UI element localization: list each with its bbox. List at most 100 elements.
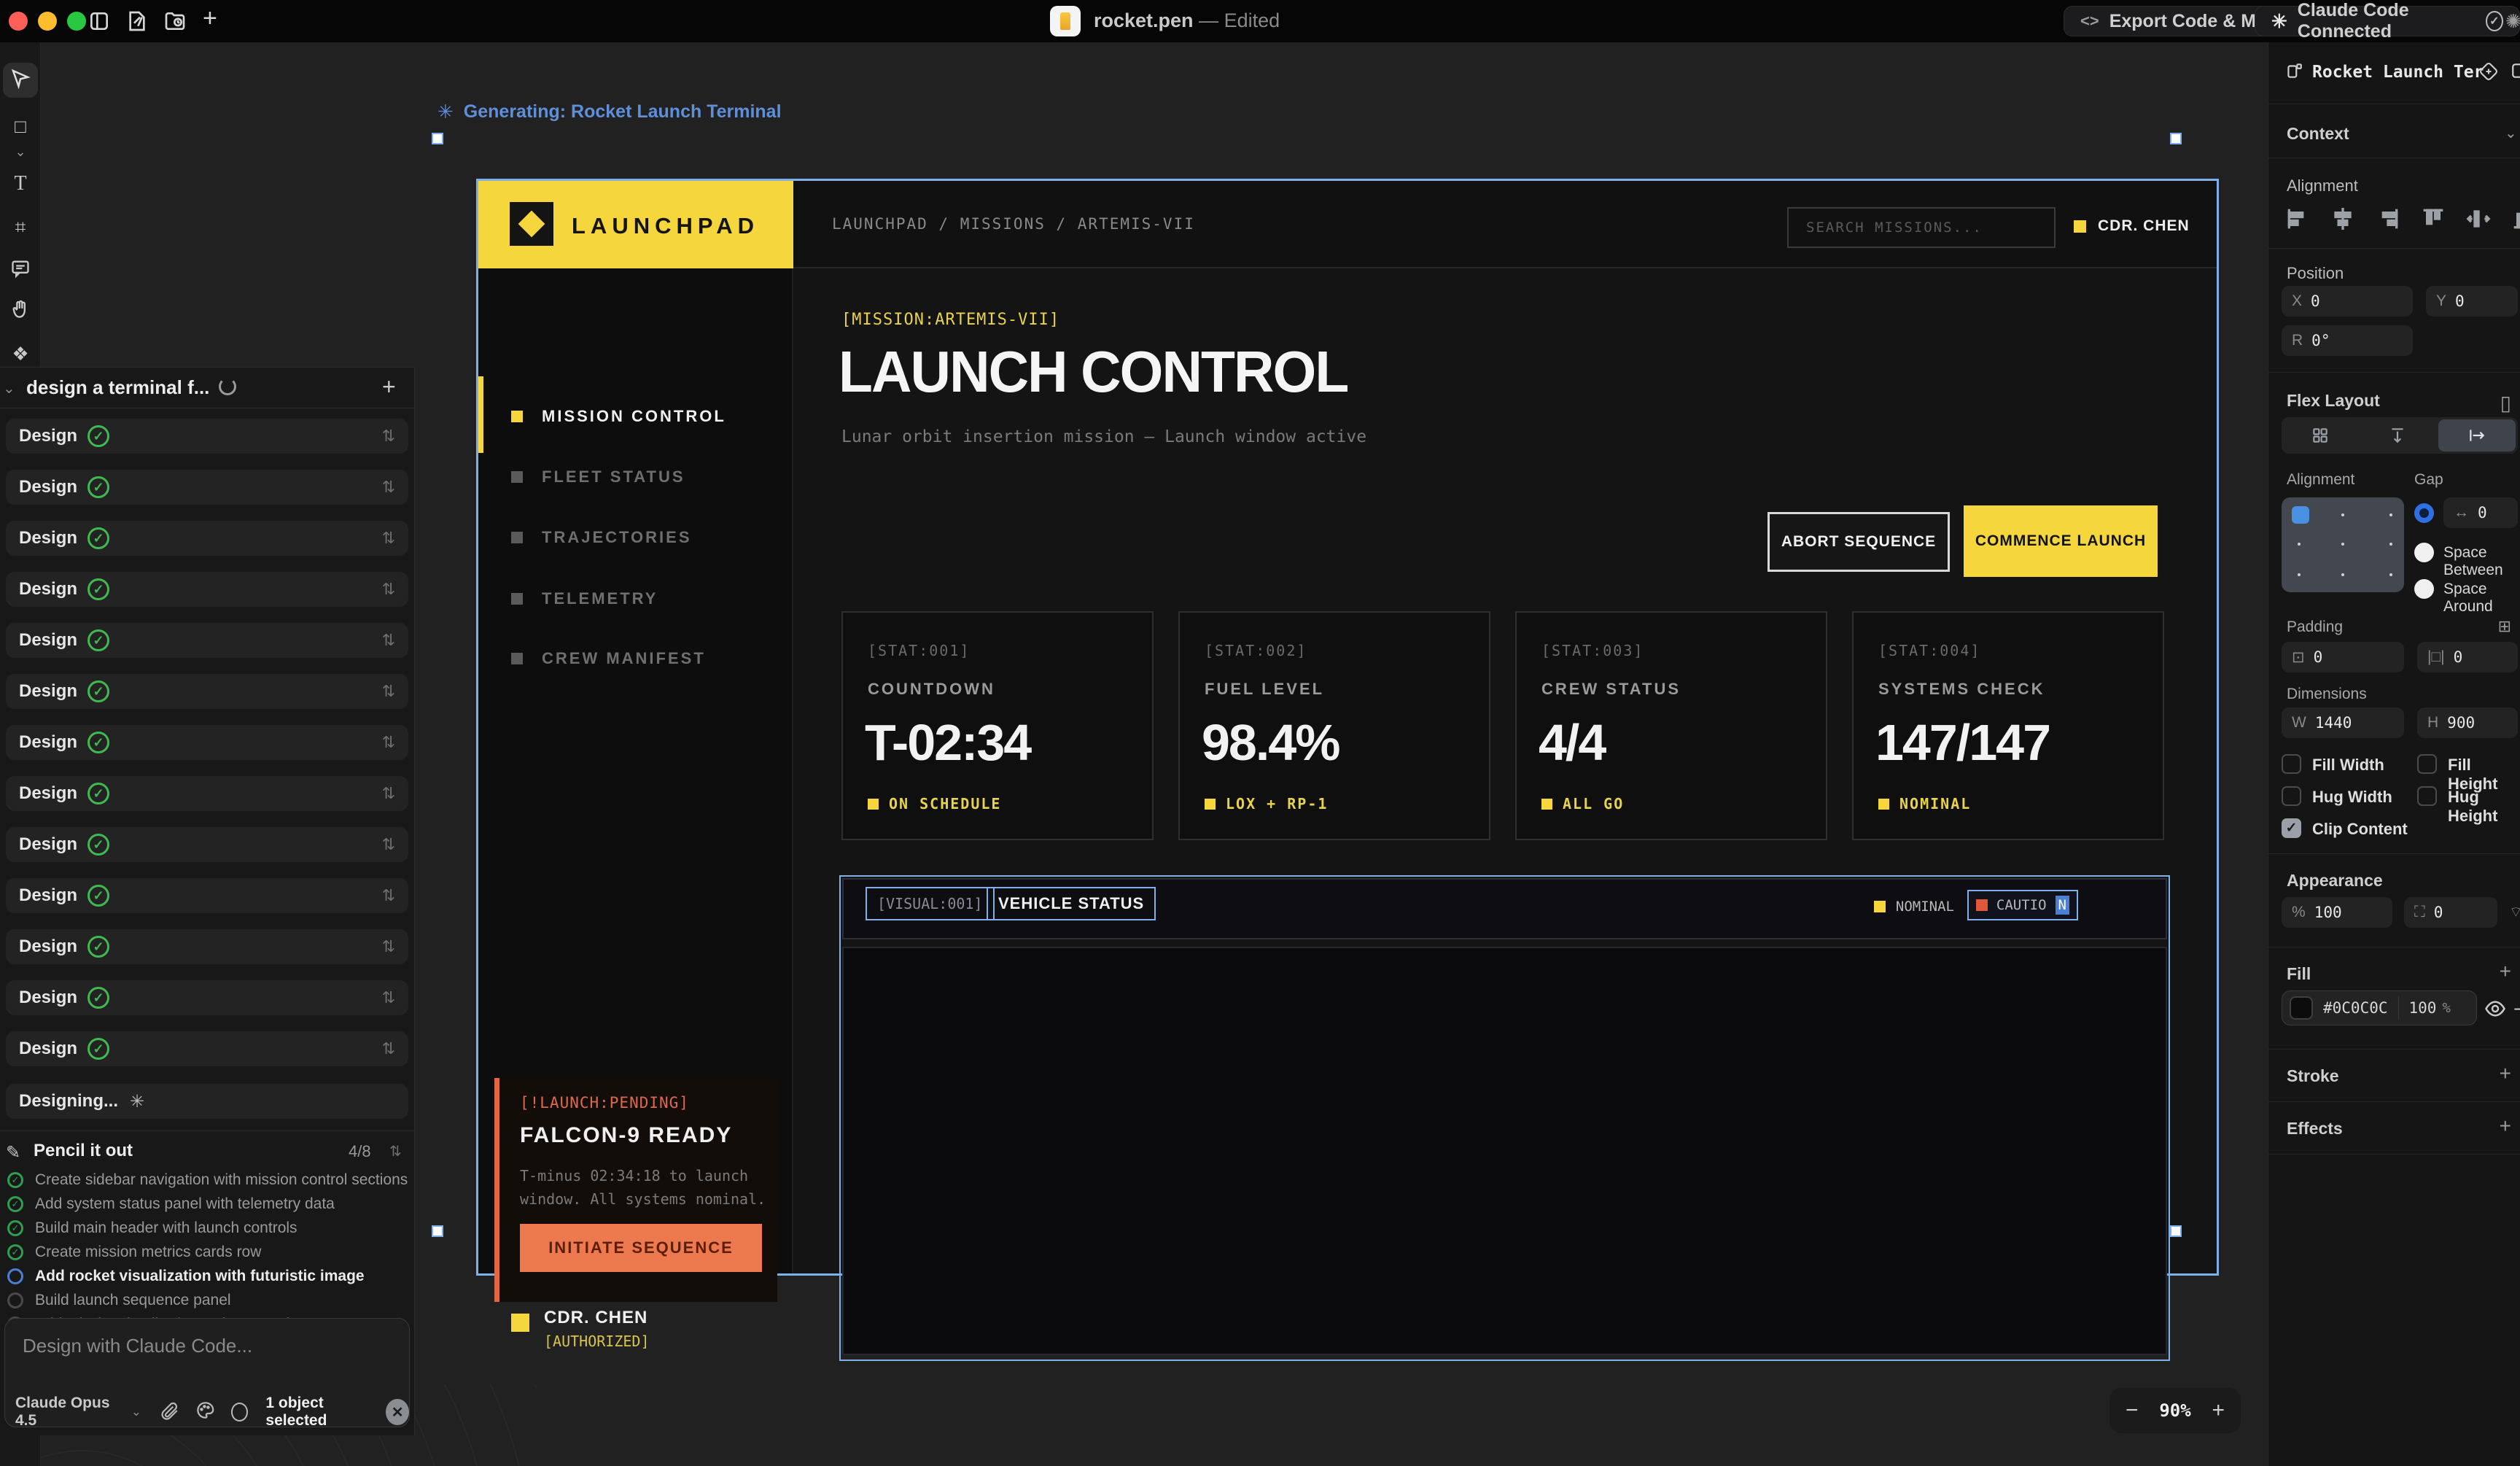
expand-chevrons-icon[interactable]: ⇅ [382, 529, 395, 548]
space-around-radio[interactable] [2414, 579, 2434, 599]
attach-icon[interactable] [160, 1401, 179, 1424]
assets-tool-icon[interactable]: ❖ [0, 343, 41, 365]
palette-icon[interactable] [195, 1400, 215, 1424]
legend-caution-editing[interactable]: CAUTION [1967, 890, 2078, 920]
design-action-row[interactable]: Design✓⇅ [6, 827, 408, 862]
align-right-icon[interactable] [2373, 204, 2403, 237]
expand-chevrons-icon[interactable]: ⇅ [382, 478, 395, 497]
selection-handle-bottom-right[interactable] [2170, 1225, 2182, 1237]
sidebar-item-telemetry[interactable]: TELEMETRY [511, 589, 658, 608]
expand-chevrons-icon[interactable]: ⇅ [382, 835, 395, 854]
zoom-window-button[interactable] [67, 12, 86, 31]
text-tool-icon[interactable]: T [0, 172, 41, 195]
shape-tool-icon[interactable]: □ [0, 115, 41, 138]
layout-grid-icon[interactable] [2282, 417, 2359, 454]
hug-height-checkbox[interactable] [2417, 786, 2437, 806]
corner-radius-field[interactable]: ⛶0 [2404, 897, 2497, 928]
design-action-row[interactable]: Design✓⇅ [6, 572, 408, 607]
opacity-field[interactable]: %100 [2282, 897, 2392, 928]
frame-tool-icon[interactable]: ⌗ [0, 216, 41, 239]
height-field[interactable]: H900 [2417, 707, 2518, 738]
design-action-row[interactable]: Design✓⇅ [6, 929, 408, 964]
align-center-h-icon[interactable] [2328, 204, 2357, 237]
zoom-in-button[interactable]: + [2212, 1398, 2225, 1423]
fill-row[interactable]: #0C0C0C 100 % [2282, 990, 2477, 1025]
flex-alignment-grid[interactable] [2282, 497, 2404, 592]
version-history-icon[interactable] [163, 9, 187, 36]
appearance-more-icon-partial[interactable]: ⌔ [2509, 903, 2520, 921]
design-action-row[interactable]: Design✓⇅ [6, 980, 408, 1015]
gap-field[interactable]: ↔0 [2443, 497, 2518, 528]
abort-sequence-button[interactable]: ABORT SEQUENCE [1768, 512, 1950, 572]
layout-horizontal-icon-active[interactable] [2438, 419, 2516, 451]
hug-width-checkbox[interactable] [2282, 786, 2301, 806]
record-circle-icon[interactable] [231, 1403, 248, 1422]
design-action-row[interactable]: Design✓⇅ [6, 878, 408, 913]
expand-chevrons-icon[interactable]: ⇅ [382, 784, 395, 803]
shape-tool-chevron-icon[interactable]: ⌄ [0, 144, 41, 160]
sidebar-item-trajectories[interactable]: TRAJECTORIES [511, 528, 692, 547]
design-action-row[interactable]: Design✓⇅ [6, 521, 408, 556]
selection-handle-bottom-left[interactable] [432, 1225, 443, 1237]
expand-chevrons-icon[interactable]: ⇅ [382, 937, 395, 956]
sidebar-item-mission-control[interactable]: MISSION CONTROL [511, 407, 726, 426]
alignment-anchor-top-left[interactable] [2292, 506, 2309, 524]
design-action-row[interactable]: Design✓⇅ [6, 419, 408, 454]
expand-chevrons-icon[interactable]: ⇅ [382, 733, 395, 752]
new-chat-button[interactable]: + [382, 373, 396, 400]
todo-item[interactable]: Build launch sequence panel [7, 1292, 408, 1309]
layout-vertical-icon[interactable] [2359, 417, 2436, 454]
design-action-row[interactable]: Design✓⇅ [6, 725, 408, 760]
position-x-field[interactable]: X0 [2282, 286, 2413, 317]
gap-radio-selected[interactable] [2414, 503, 2434, 523]
select-tool-icon[interactable] [0, 67, 41, 93]
visual-title-chip[interactable]: VEHICLE STATUS [987, 887, 1156, 920]
close-window-button[interactable] [9, 12, 28, 31]
position-y-field[interactable]: Y0 [2426, 286, 2518, 317]
search-input[interactable]: SEARCH MISSIONS... [1787, 207, 2056, 248]
align-bottom-icon-partial[interactable] [2509, 204, 2520, 237]
zoom-out-button[interactable]: − [2126, 1398, 2139, 1423]
sidebar-toggle-icon[interactable] [88, 9, 111, 36]
sidebar-item-crew-manifest[interactable]: CREW MANIFEST [511, 649, 706, 668]
expand-chevrons-icon[interactable]: ⇅ [382, 886, 395, 905]
design-action-row[interactable]: Design✓⇅ [6, 674, 408, 709]
topbar-user[interactable]: CDR. CHEN [2074, 217, 2190, 235]
add-stroke-icon[interactable]: + [2500, 1062, 2511, 1085]
clear-selection-button[interactable]: ✕ [386, 1399, 409, 1425]
chat-collapse-chevron-icon[interactable]: ⌄ [3, 379, 15, 397]
claude-code-status-button[interactable]: ✳ Claude Code Connected ✓ [2255, 6, 2520, 36]
composer[interactable]: Design with Claude Code... Claude Opus 4… [4, 1318, 410, 1427]
flex-detach-icon-partial[interactable]: ▯ [2500, 391, 2511, 415]
align-left-icon[interactable] [2283, 204, 2312, 237]
padding-vertical-field[interactable]: ⊡0 [2282, 642, 2404, 672]
visual-code-chip[interactable]: [VISUAL:001] [866, 887, 995, 920]
design-frame[interactable]: LAUNCHPAD LAUNCHPAD / MISSIONS / ARTEMIS… [478, 181, 2217, 1273]
expand-chevrons-icon[interactable]: ⇅ [382, 580, 395, 599]
component-icon[interactable] [2478, 61, 2499, 85]
model-chevron-icon[interactable]: ⌄ [131, 1405, 141, 1419]
selection-handle-top-right[interactable] [2170, 133, 2182, 144]
design-action-row[interactable]: Design✓⇅ [6, 470, 408, 505]
rotation-field[interactable]: R0° [2282, 325, 2413, 356]
align-top-icon[interactable] [2419, 204, 2448, 237]
expand-chevrons-icon[interactable]: ⇅ [382, 427, 395, 446]
expand-chevrons-icon[interactable]: ⇅ [382, 988, 395, 1007]
add-fill-icon[interactable]: + [2500, 960, 2511, 983]
design-pages-icon[interactable] [125, 9, 149, 36]
width-field[interactable]: W1440 [2282, 707, 2404, 738]
todo-item[interactable]: ✓Create mission metrics cards row [7, 1244, 408, 1261]
context-chevron-icon[interactable]: ⌄ [2505, 124, 2517, 142]
commence-launch-button[interactable]: COMMENCE LAUNCH [1964, 505, 2158, 577]
fill-height-checkbox[interactable] [2417, 754, 2437, 774]
expand-chevrons-icon[interactable]: ⇅ [382, 631, 395, 650]
padding-expand-icon-partial[interactable]: ⊞ [2498, 617, 2511, 636]
padding-horizontal-field[interactable]: |□|0 [2417, 642, 2518, 672]
sidebar-item-fleet-status[interactable]: FLEET STATUS [511, 468, 685, 486]
hand-tool-icon[interactable] [0, 299, 41, 323]
panel-toggle-icon-partial[interactable] [2511, 61, 2520, 84]
vehicle-status-panel[interactable]: [VISUAL:001] VEHICLE STATUS NOMINAL CAUT… [839, 875, 2170, 1361]
design-action-row[interactable]: Design✓⇅ [6, 1031, 408, 1066]
todo-item[interactable]: ✓Build main header with launch controls [7, 1219, 408, 1237]
selection-handle-top-left[interactable] [432, 133, 443, 144]
